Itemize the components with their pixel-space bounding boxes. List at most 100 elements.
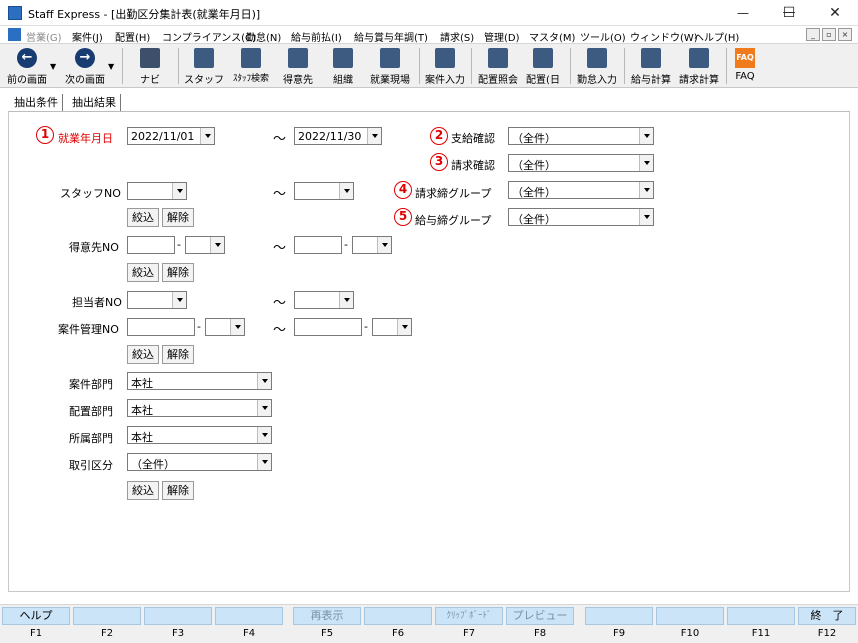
f1-help-button[interactable]: ヘルプ	[2, 607, 70, 625]
case-no-from-input[interactable]	[127, 318, 195, 336]
menu-assign[interactable]: 配置(H)	[115, 29, 150, 44]
next-button[interactable]: → 次の画面	[60, 46, 110, 86]
case-sub-from-select[interactable]	[205, 318, 245, 336]
person-no-from-select[interactable]	[127, 291, 187, 309]
chevron-down-icon[interactable]	[377, 237, 391, 253]
minimize-icon[interactable]: —	[720, 0, 766, 26]
chevron-down-icon[interactable]	[397, 319, 411, 335]
customer-filter-button[interactable]: 絞込	[127, 263, 159, 282]
menu-sales[interactable]: 営業(G)	[26, 29, 62, 44]
staff-button[interactable]: スタッフ	[184, 46, 224, 86]
case-entry-button[interactable]: 案件入力	[422, 46, 468, 86]
menu-window[interactable]: ウィンドウ(W)	[630, 29, 698, 44]
f3-button[interactable]	[144, 607, 212, 625]
chevron-down-icon[interactable]	[639, 182, 653, 198]
navi-button[interactable]: ナビ	[130, 46, 170, 86]
pay-calc-button[interactable]: 給与計算	[628, 46, 674, 86]
case-no-to-input[interactable]	[294, 318, 362, 336]
pay-confirm-select[interactable]: （全件）	[508, 127, 654, 145]
staff-clear-button[interactable]: 解除	[162, 208, 194, 227]
mdi-close-button[interactable]: ×	[838, 28, 852, 41]
assign-dept-select[interactable]: 本社	[127, 399, 272, 417]
chevron-down-icon[interactable]	[339, 292, 353, 308]
f9-button[interactable]	[585, 607, 653, 625]
menu-tools[interactable]: ツール(O)	[580, 29, 626, 44]
bill-calc-button[interactable]: 請求計算	[676, 46, 722, 86]
menu-help[interactable]: ヘルプ(H)	[694, 29, 739, 44]
chevron-down-icon[interactable]	[257, 427, 271, 443]
tab-results[interactable]: 抽出結果	[68, 94, 121, 112]
menu-master[interactable]: マスタ(M)	[529, 29, 575, 44]
menu-case[interactable]: 案件(J)	[72, 29, 103, 44]
assign-day-button[interactable]: 配置(日	[523, 46, 563, 86]
close-icon[interactable]: ✕	[812, 0, 858, 26]
menu-billing[interactable]: 請求(S)	[440, 29, 474, 44]
f2-button[interactable]	[73, 607, 141, 625]
next-dropdown-icon[interactable]: ▼	[108, 62, 114, 71]
trade-clear-button[interactable]: 解除	[162, 481, 194, 500]
chevron-down-icon[interactable]	[639, 155, 653, 171]
customer-sub-from-select[interactable]	[185, 236, 225, 254]
case-filter-button[interactable]: 絞込	[127, 345, 159, 364]
pay-group-select[interactable]: （全件）	[508, 208, 654, 226]
case-dept-select[interactable]: 本社	[127, 372, 272, 390]
belong-dept-select[interactable]: 本社	[127, 426, 272, 444]
bill-group-select[interactable]: （全件）	[508, 181, 654, 199]
mdi-restore-button[interactable]: ▫	[822, 28, 836, 41]
menu-payroll[interactable]: 給与賞与年調(T)	[354, 29, 428, 44]
customer-sub-to-select[interactable]	[352, 236, 392, 254]
f6-button[interactable]	[364, 607, 432, 625]
chevron-down-icon[interactable]	[172, 183, 186, 199]
case-sub-to-select[interactable]	[372, 318, 412, 336]
range-dash: -	[344, 238, 348, 251]
bill-confirm-select[interactable]: （全件）	[508, 154, 654, 172]
menu-attendance[interactable]: 勤怠(N)	[246, 29, 281, 44]
person-no-to-select[interactable]	[294, 291, 354, 309]
maximize-icon[interactable]: ☐	[766, 0, 812, 26]
faq-button[interactable]: FAQ FAQ	[730, 46, 760, 86]
customer-no-from-input[interactable]	[127, 236, 175, 254]
chevron-down-icon[interactable]	[257, 373, 271, 389]
site-button[interactable]: 就業現場	[366, 46, 414, 86]
mdi-minimize-button[interactable]: _	[806, 28, 820, 41]
assign-ref-button[interactable]: 配置照会	[475, 46, 521, 86]
chevron-down-icon[interactable]	[230, 319, 244, 335]
back-button[interactable]: ← 前の画面	[2, 46, 52, 86]
staff-no-to-select[interactable]	[294, 182, 354, 200]
chevron-down-icon[interactable]	[339, 183, 353, 199]
customer-no-to-input[interactable]	[294, 236, 342, 254]
pay-group-value: （全件）	[512, 213, 556, 226]
chevron-down-icon[interactable]	[639, 128, 653, 144]
attendance-button[interactable]: 勤怠入力	[574, 46, 620, 86]
f5-refresh-button[interactable]: 再表示	[293, 607, 361, 625]
f12-exit-button[interactable]: 終 了	[798, 607, 856, 625]
customer-button[interactable]: 得意先	[278, 46, 318, 86]
chevron-down-icon[interactable]	[367, 128, 381, 144]
f10-button[interactable]	[656, 607, 724, 625]
chevron-down-icon[interactable]	[172, 292, 186, 308]
staff-filter-button[interactable]: 絞込	[127, 208, 159, 227]
f4-button[interactable]	[215, 607, 283, 625]
staff-search-button[interactable]: ｽﾀｯﾌ検索	[228, 46, 274, 86]
menu-prepay[interactable]: 給与前払(I)	[291, 29, 342, 44]
chevron-down-icon[interactable]	[210, 237, 224, 253]
date-from-picker[interactable]: 2022/11/01	[127, 127, 215, 145]
f7-clipboard-button[interactable]: ｸﾘｯﾌﾟﾎﾞｰﾄﾞ	[435, 607, 503, 625]
back-dropdown-icon[interactable]: ▼	[50, 62, 56, 71]
date-to-picker[interactable]: 2022/11/30	[294, 127, 382, 145]
case-clear-button[interactable]: 解除	[162, 345, 194, 364]
org-button[interactable]: 組織	[326, 46, 360, 86]
chevron-down-icon[interactable]	[257, 400, 271, 416]
chevron-down-icon[interactable]	[257, 454, 271, 470]
customer-clear-button[interactable]: 解除	[162, 263, 194, 282]
chevron-down-icon[interactable]	[200, 128, 214, 144]
chevron-down-icon[interactable]	[639, 209, 653, 225]
trade-type-select[interactable]: （全件）	[127, 453, 272, 471]
menu-compliance[interactable]: コンプライアンス(C)	[162, 29, 256, 44]
menu-admin[interactable]: 管理(D)	[484, 29, 520, 44]
trade-filter-button[interactable]: 絞込	[127, 481, 159, 500]
f8-preview-button[interactable]: プレビュー	[506, 607, 574, 625]
tab-criteria[interactable]: 抽出条件	[10, 94, 63, 112]
f11-button[interactable]	[727, 607, 795, 625]
staff-no-from-select[interactable]	[127, 182, 187, 200]
